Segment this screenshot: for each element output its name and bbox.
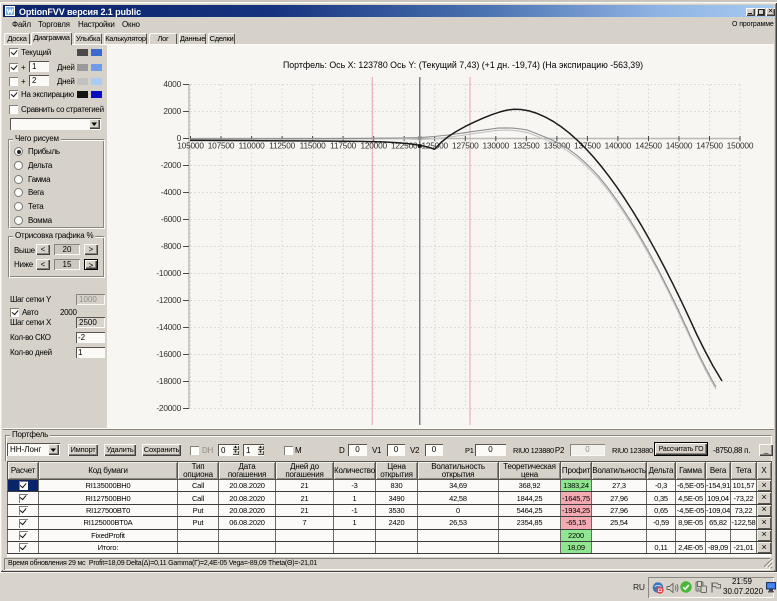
svg-text:2000: 2000 — [163, 106, 181, 116]
svg-text:-12000: -12000 — [156, 295, 181, 305]
svg-text:107500: 107500 — [208, 141, 235, 151]
svg-text:130000: 130000 — [483, 141, 510, 151]
svg-text:115000: 115000 — [300, 141, 326, 151]
svg-text:127500: 127500 — [452, 141, 479, 151]
svg-text:110000: 110000 — [239, 141, 265, 151]
svg-text:-18000: -18000 — [156, 376, 181, 386]
svg-text:-10000: -10000 — [156, 268, 181, 278]
svg-text:-2000: -2000 — [161, 160, 182, 170]
svg-text:-4000: -4000 — [161, 187, 182, 197]
svg-text:105000: 105000 — [177, 141, 204, 151]
svg-text:-16000: -16000 — [156, 349, 181, 359]
svg-text:-8000: -8000 — [161, 241, 182, 251]
svg-text:-14000: -14000 — [156, 322, 181, 332]
svg-text:140000: 140000 — [605, 141, 632, 151]
svg-text:142500: 142500 — [635, 141, 662, 151]
svg-text:147500: 147500 — [696, 141, 723, 151]
svg-text:145000: 145000 — [666, 141, 693, 151]
svg-text:-20000: -20000 — [156, 403, 181, 413]
svg-text:132500: 132500 — [513, 141, 540, 151]
svg-text:4000: 4000 — [163, 79, 181, 89]
svg-text:112500: 112500 — [269, 141, 295, 151]
svg-text:-6000: -6000 — [161, 214, 182, 224]
svg-text:150000: 150000 — [727, 141, 754, 151]
svg-text:Портфель: Ось X: 123780 Ось: Портфель: Ось X: 123780 Ось Y: (Текущий … — [283, 60, 643, 70]
